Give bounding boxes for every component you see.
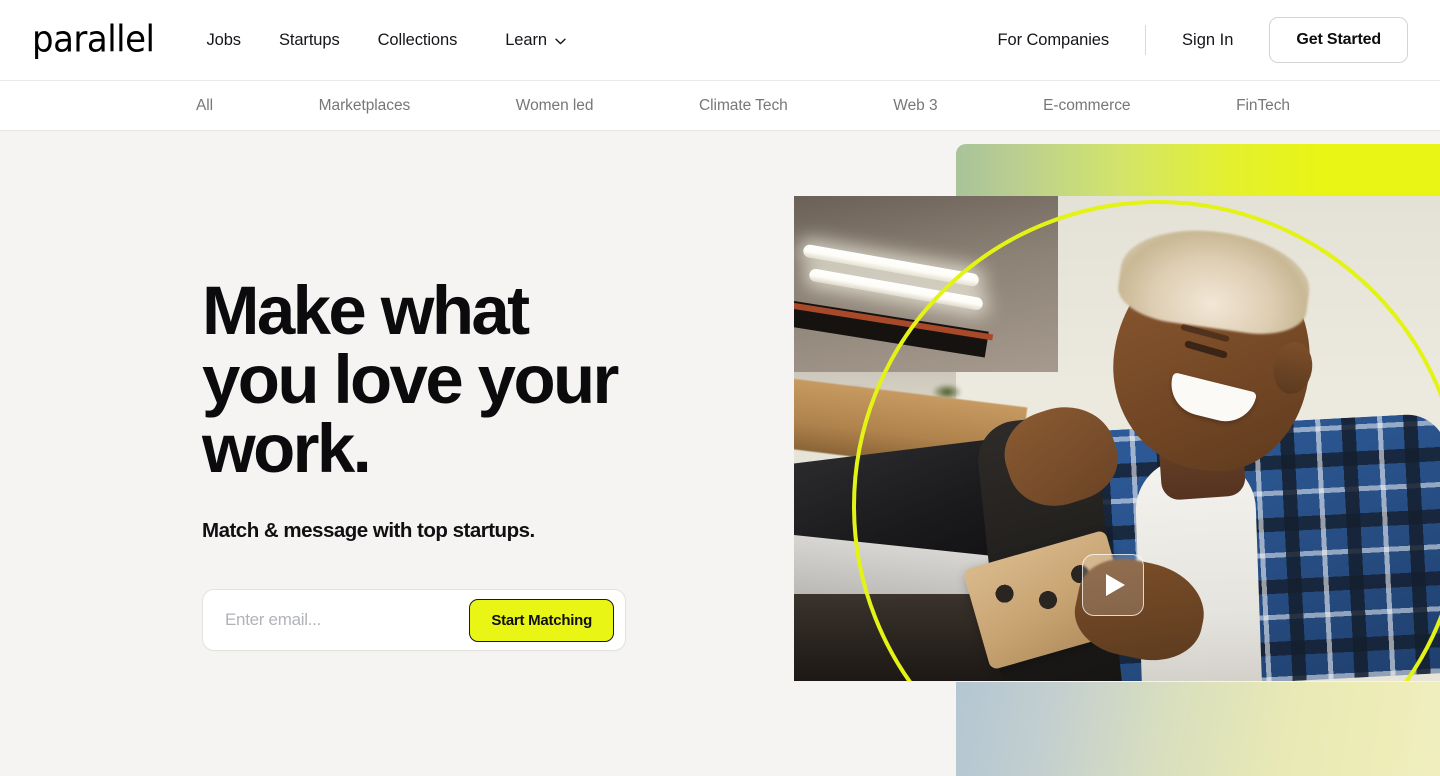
play-video-button[interactable] [1082, 554, 1144, 616]
page-root: parallel Jobs Startups Collections Learn… [0, 0, 1440, 776]
category-item-all[interactable]: All [196, 97, 213, 115]
sign-in-link[interactable]: Sign In [1182, 31, 1233, 50]
nav-item-collections[interactable]: Collections [378, 31, 458, 50]
category-item-web-3[interactable]: Web 3 [893, 97, 937, 115]
nav-item-learn[interactable]: Learn [505, 31, 566, 50]
category-item-climate-tech[interactable]: Climate Tech [699, 97, 788, 115]
email-capture-form: Start Matching [202, 589, 626, 651]
category-item-e-commerce[interactable]: E-commerce [1043, 97, 1130, 115]
photo-layer-person [962, 196, 1440, 681]
get-started-button[interactable]: Get Started [1269, 17, 1408, 63]
nav-item-jobs[interactable]: Jobs [207, 31, 242, 50]
hero-photo [794, 196, 1440, 681]
page-title: Make what you love your work. [202, 276, 822, 483]
header-divider [1145, 25, 1147, 55]
hero-subtitle: Match & message with top startups. [202, 519, 535, 542]
category-filter-bar: All Marketplaces Women led Climate Tech … [0, 80, 1440, 131]
hero-content: Make what you love your work. Match & me… [202, 276, 822, 651]
email-input[interactable] [203, 590, 470, 650]
category-item-fintech[interactable]: FinTech [1236, 97, 1290, 115]
category-filter-list: All Marketplaces Women led Climate Tech … [0, 97, 1440, 115]
header-actions: For Companies Sign In Get Started [998, 17, 1408, 63]
hero-media [794, 131, 1440, 776]
nav-item-startups[interactable]: Startups [279, 31, 340, 50]
nav-item-learn-label: Learn [505, 30, 547, 49]
hero-title-line-3: work. [202, 410, 372, 487]
start-matching-button[interactable]: Start Matching [469, 598, 614, 642]
hero-section: Make what you love your work. Match & me… [0, 131, 1440, 776]
parallel-logo[interactable]: parallel [32, 22, 155, 58]
play-icon [1106, 574, 1125, 596]
site-header: parallel Jobs Startups Collections Learn… [0, 0, 1440, 80]
hero-title-line-1: Make what [202, 272, 530, 349]
for-companies-link[interactable]: For Companies [998, 31, 1110, 50]
gradient-band-bottom [956, 682, 1440, 776]
hero-title-line-2: you love your [202, 341, 619, 418]
chevron-down-icon [555, 38, 566, 45]
category-item-marketplaces[interactable]: Marketplaces [319, 97, 411, 115]
category-item-women-led[interactable]: Women led [516, 97, 594, 115]
primary-navigation: Jobs Startups Collections Learn [207, 31, 566, 50]
